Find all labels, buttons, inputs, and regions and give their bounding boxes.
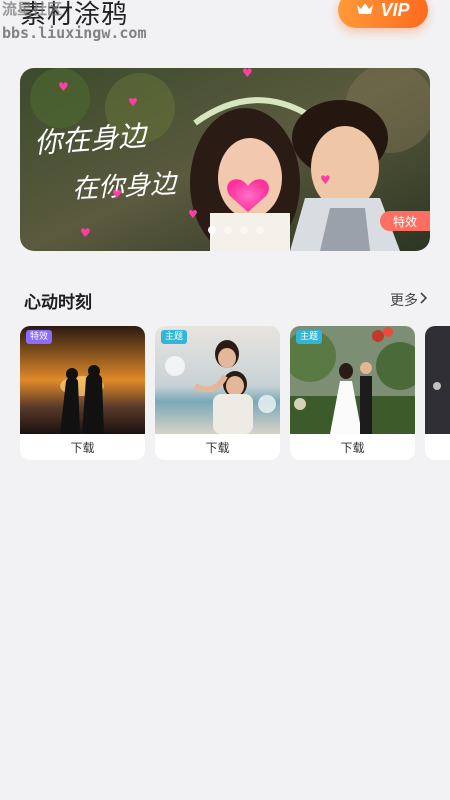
crown-icon — [356, 1, 374, 20]
heart-icon: ♥ — [112, 188, 122, 201]
more-label: 更多 — [390, 293, 418, 309]
carousel-dot[interactable] — [240, 226, 248, 234]
carousel-dot[interactable] — [208, 226, 216, 234]
material-card[interactable]: 主题 下载 — [155, 326, 280, 460]
banner-tag: 特效 — [380, 211, 430, 231]
banner-caption-1: 你在身边 — [33, 119, 148, 160]
more-link[interactable]: 更多 — [390, 290, 428, 310]
banner-image — [20, 68, 430, 251]
carousel-indicator — [208, 226, 264, 234]
header: 素材涂鸦 流星社区 bbs.liuxingw.com VIP — [0, 0, 450, 60]
carousel-dot[interactable] — [224, 226, 232, 234]
download-button[interactable]: 下载 — [20, 434, 145, 460]
material-card[interactable]: 主题 下载 — [290, 326, 415, 460]
card-badge: 主题 — [296, 330, 323, 344]
watermark-text: 流星社区 — [2, 0, 63, 18]
material-card[interactable]: 特效 下载 — [20, 326, 145, 460]
watermark-url: bbs.liuxingw.com — [2, 24, 147, 42]
heart-icon: ♥ — [188, 208, 198, 221]
heart-icon: ♥ — [320, 173, 331, 187]
heart-icon: ♥ — [58, 80, 69, 94]
heart-icon: ♥ — [242, 68, 253, 80]
banner-caption-2: 在你身边 — [71, 169, 177, 205]
section-title: 心动时刻 — [24, 293, 92, 313]
vip-label: VIP — [380, 0, 410, 20]
card-thumbnail — [425, 326, 450, 434]
download-button[interactable]: 下载 — [290, 434, 415, 460]
card-badge: 主题 — [161, 330, 188, 344]
card-badge: 特效 — [26, 330, 53, 344]
material-card-partial[interactable] — [425, 326, 450, 460]
vip-button[interactable]: VIP — [338, 0, 428, 28]
heart-icon: ♥ — [80, 226, 91, 240]
download-button[interactable]: 下载 — [155, 434, 280, 460]
heart-icon: ♥ — [128, 96, 138, 109]
carousel-dot[interactable] — [256, 226, 264, 234]
hero-banner[interactable]: 你在身边 在你身边 ♥ ♥ ♥ ♥ ♥ ♥ ♥ 特效 — [20, 68, 430, 251]
chevron-right-icon — [420, 292, 428, 308]
